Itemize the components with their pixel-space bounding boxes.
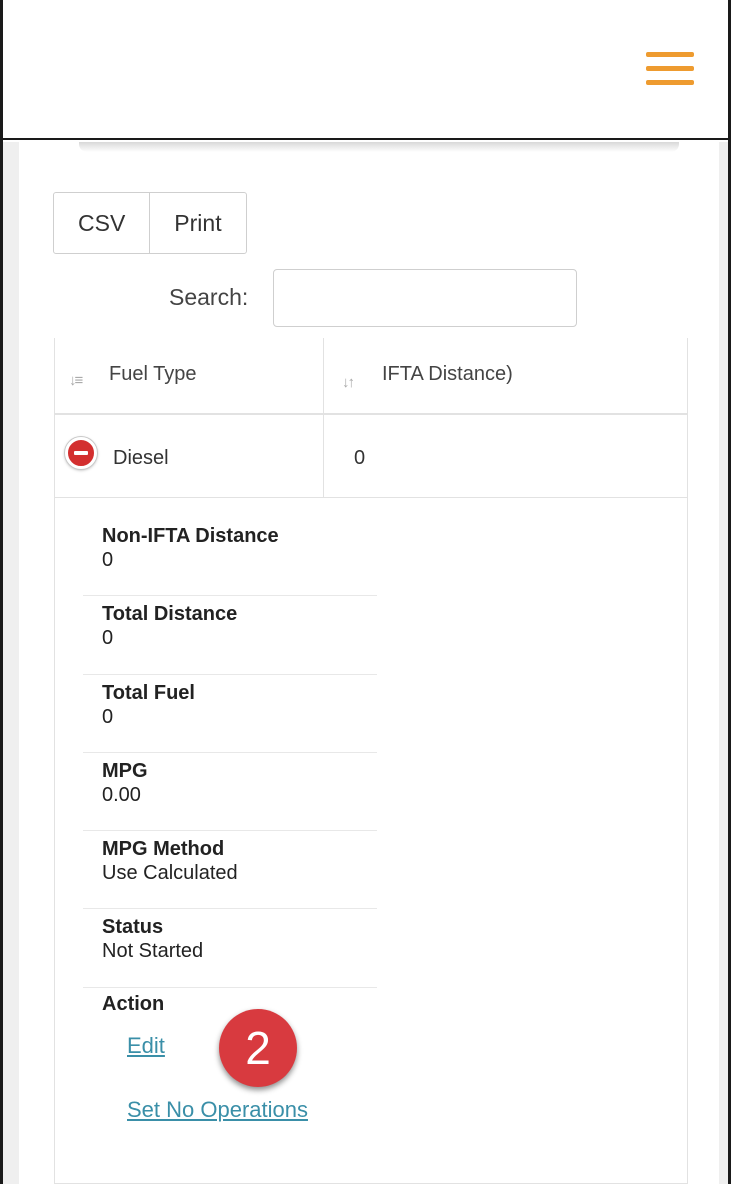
row-details: Non-IFTA Distance 0 Total Distance 0 Tot… [83,518,377,988]
column-header-ifta-distance[interactable]: ↓↑ IFTA Distance) [324,338,687,415]
detail-total-fuel: Total Fuel 0 [83,675,377,753]
detail-title: MPG Method [102,838,225,861]
ifta-distance-value: 0 [354,447,366,469]
cell-fuel-type: Diesel [55,415,324,497]
detail-total-distance: Total Distance 0 [83,596,377,675]
detail-title: Non-IFTA Distance [102,525,279,547]
fuel-table: ↓≡ Fuel Type ↓↑ IFTA Distance) Diesel 0 [54,338,688,1184]
detail-title: Status [102,916,164,939]
sort-asc-icon: ↓≡ [69,372,83,389]
detail-status: Status Not Started [83,909,377,988]
detail-value: 0 [102,627,114,650]
detail-value: Use Calculated [102,862,238,885]
cell-ifta-distance: 0 [324,415,687,497]
step-number-badge: 2 [219,1009,297,1087]
detail-mpg-method: MPG Method Use Calculated [83,831,377,910]
top-header [3,0,728,140]
export-button-group: CSV Print [53,192,247,254]
column-header-label: Fuel Type [109,363,197,385]
table-header: ↓≡ Fuel Type ↓↑ IFTA Distance) [55,338,687,415]
report-panel: CSV Print Search: ↓≡ Fuel Type ↓↑ IFTA D… [19,142,719,1184]
detail-value: 0 [102,705,114,728]
hamburger-menu-icon[interactable] [646,52,694,88]
action-section: Action Edit Set No Operations [102,993,502,1122]
search-input[interactable] [273,269,577,327]
detail-value: 0 [102,549,114,571]
print-button[interactable]: Print [149,193,245,253]
detail-title: MPG [102,759,148,782]
detail-mpg: MPG 0.00 [83,753,377,832]
detail-value: 0.00 [102,783,141,806]
sort-icon: ↓↑ [342,374,355,391]
page-content: CSV Print Search: ↓≡ Fuel Type ↓↑ IFTA D… [3,142,728,1184]
csv-button[interactable]: CSV [54,193,149,253]
edit-link[interactable]: Edit [127,1033,165,1059]
detail-non-ifta-distance: Non-IFTA Distance 0 [83,518,377,597]
set-no-operations-link[interactable]: Set No Operations [127,1097,308,1123]
detail-title: Total Distance [102,603,238,626]
search-label: Search: [169,284,249,310]
card-shadow [79,142,679,152]
detail-value: Not Started [102,940,204,963]
table-row: Diesel 0 [55,415,687,498]
fuel-type-value: Diesel [113,447,169,469]
column-header-fuel-type[interactable]: ↓≡ Fuel Type [55,338,324,415]
column-header-label: IFTA Distance) [382,363,513,385]
action-title: Action [102,993,165,1015]
collapse-row-icon[interactable] [65,437,97,469]
detail-title: Total Fuel [102,681,195,704]
